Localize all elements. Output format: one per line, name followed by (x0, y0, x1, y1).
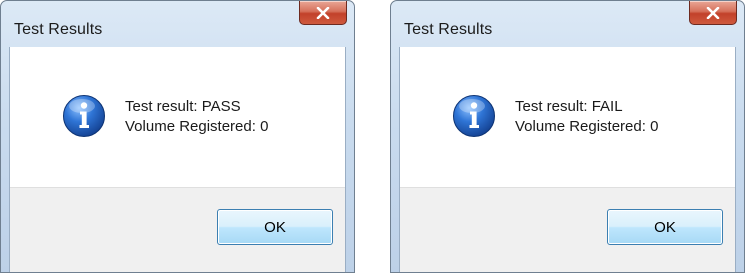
message-text: Test result: PASS Volume Registered: 0 (125, 97, 268, 137)
dialog-footer: OK (400, 187, 735, 272)
information-icon (63, 95, 105, 137)
dialog-client-area: Test result: FAIL Volume Registered: 0 O… (399, 47, 736, 272)
dialog-footer: OK (10, 187, 345, 272)
ok-button[interactable]: OK (217, 209, 333, 245)
close-icon (706, 6, 720, 19)
screenshot-stage: Test Results Test result: PASS Volume Re… (0, 0, 745, 273)
dialog-client-area: Test result: PASS Volume Registered: 0 O… (9, 47, 346, 272)
test-results-dialog-fail: Test Results Test result: FAIL Volume Re… (390, 0, 745, 273)
test-result-line: Test result: FAIL (515, 98, 623, 115)
volume-registered-line: Volume Registered: 0 (515, 118, 659, 135)
ok-button[interactable]: OK (607, 209, 723, 245)
volume-registered-line: Volume Registered: 0 (125, 118, 269, 135)
message-area: Test result: PASS Volume Registered: 0 (10, 47, 345, 187)
close-button[interactable] (689, 1, 737, 25)
dialog-title: Test Results (14, 21, 103, 38)
close-icon (316, 6, 330, 19)
dialog-title: Test Results (404, 21, 493, 38)
test-results-dialog-pass: Test Results Test result: PASS Volume Re… (0, 0, 355, 273)
information-icon (453, 95, 495, 137)
message-area: Test result: FAIL Volume Registered: 0 (400, 47, 735, 187)
test-result-line: Test result: PASS (125, 98, 241, 115)
message-text: Test result: FAIL Volume Registered: 0 (515, 97, 658, 137)
close-button[interactable] (299, 1, 347, 25)
